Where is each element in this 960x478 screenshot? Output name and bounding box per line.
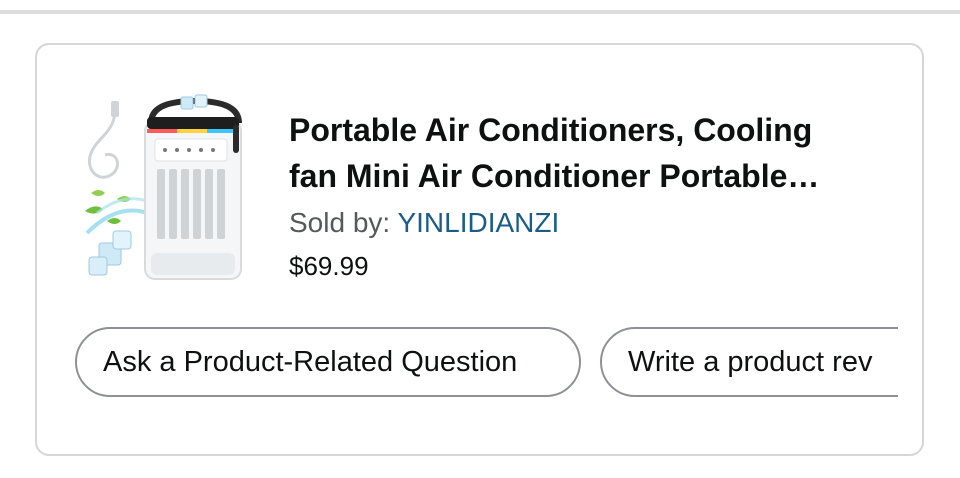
product-title-line1: Portable Air Conditioners, Cooling bbox=[289, 112, 813, 148]
seller-link[interactable]: YINLIDIANZI bbox=[397, 207, 559, 238]
top-divider bbox=[0, 10, 960, 14]
action-buttons-row: Ask a Product-Related Question Write a p… bbox=[75, 327, 898, 401]
product-price: $69.99 bbox=[289, 251, 369, 281]
product-card: Portable Air Conditioners, Cooling fan M… bbox=[35, 43, 924, 456]
seller-line: Sold by: YINLIDIANZI bbox=[289, 205, 899, 241]
product-info: Portable Air Conditioners, Cooling fan M… bbox=[289, 107, 899, 283]
product-image[interactable] bbox=[77, 93, 249, 283]
product-title[interactable]: Portable Air Conditioners, Cooling fan M… bbox=[289, 107, 899, 199]
ask-question-button[interactable]: Ask a Product-Related Question bbox=[75, 327, 581, 397]
write-review-button[interactable]: Write a product rev bbox=[600, 327, 898, 397]
sold-by-label: Sold by: bbox=[289, 207, 398, 238]
product-title-line2: fan Mini Air Conditioner Portable… bbox=[289, 158, 820, 194]
